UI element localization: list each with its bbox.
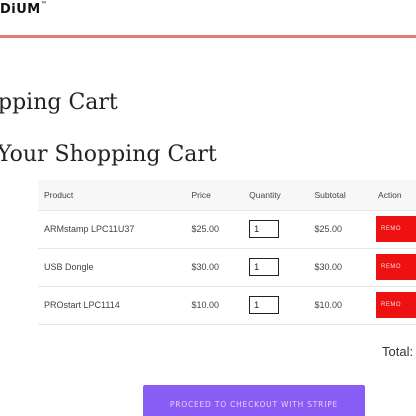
quantity-input[interactable] [249, 258, 280, 276]
header-divider [0, 35, 416, 38]
action-cell: REMO [375, 286, 416, 324]
column-header-quantity: Quantity [249, 189, 281, 200]
brand-logo[interactable]: DiUM™ [0, 0, 48, 17]
action-cell: REMO [375, 248, 416, 286]
table-row: USB Dongle $30.00 $30.00 REMO [38, 248, 416, 286]
quantity-cell [249, 286, 314, 324]
product-name: USB Dongle [44, 262, 94, 272]
brand-name: DiUM [0, 2, 41, 17]
column-header-product: Product [44, 189, 74, 200]
column-header-action: Action [377, 189, 402, 200]
product-name: PROstart LPC1114 [44, 300, 120, 310]
column-header-price: Price [191, 189, 211, 200]
product-subtotal: $10.00 [314, 300, 343, 310]
product-price: $30.00 [191, 262, 220, 272]
product-name: ARMstamp LPC11U37 [44, 224, 135, 234]
quantity-input[interactable] [249, 296, 280, 314]
quantity-cell [249, 210, 314, 248]
product-subtotal: $30.00 [314, 262, 343, 272]
cart-total-label: Total: [382, 344, 414, 359]
trademark-symbol: ™ [40, 0, 48, 8]
cart-section-title: Your Shopping Cart [0, 142, 217, 167]
checkout-with-stripe-button[interactable]: PROCEED TO CHECKOUT WITH STRIPE [143, 385, 365, 416]
remove-button[interactable]: REMO [375, 254, 416, 280]
quantity-input[interactable] [249, 220, 280, 238]
quantity-cell [249, 248, 314, 286]
table-row: PROstart LPC1114 $10.00 $10.00 REMO [38, 286, 416, 324]
product-subtotal: $25.00 [314, 224, 343, 234]
cart-table: Product Price Quantity Subtotal Action A… [38, 180, 416, 325]
product-price: $10.00 [191, 300, 220, 310]
remove-button[interactable]: REMO [375, 292, 416, 318]
cart-table-header-row: Product Price Quantity Subtotal Action [38, 180, 416, 210]
page-title: pping Cart [0, 90, 118, 115]
page: DiUM™ pping Cart Your Shopping Cart Prod… [0, 0, 416, 416]
product-price: $25.00 [191, 224, 220, 234]
action-cell: REMO [375, 210, 416, 248]
column-header-subtotal: Subtotal [314, 189, 346, 200]
table-row: ARMstamp LPC11U37 $25.00 $25.00 REMO [38, 210, 416, 248]
remove-button[interactable]: REMO [375, 216, 416, 242]
